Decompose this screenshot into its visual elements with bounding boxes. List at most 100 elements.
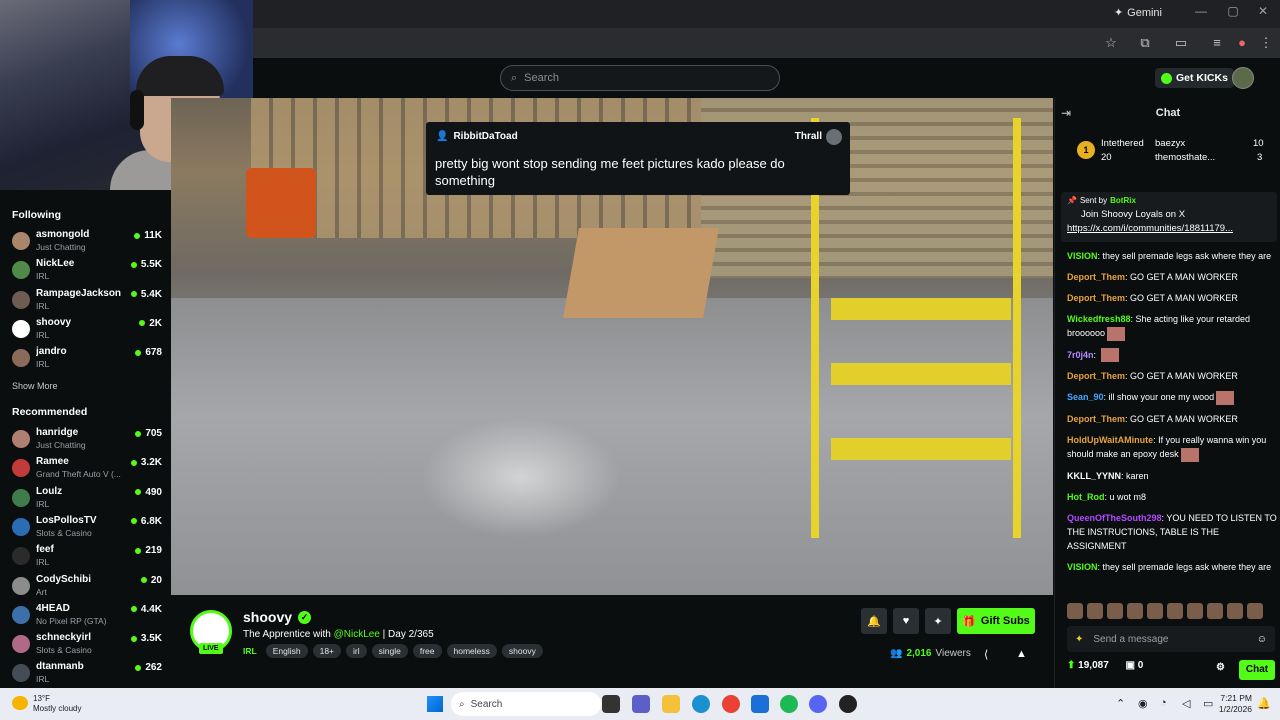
stream-category[interactable]: IRL [243,646,257,656]
minimize-button[interactable]: — [1186,4,1216,18]
sparkle-icon: ✦ [1075,633,1084,645]
maximize-button[interactable]: ▢ [1218,4,1248,18]
menu-icon[interactable]: ⋮ [1256,35,1276,51]
tag-chip[interactable]: English [265,644,308,658]
bell-icon[interactable]: 🔔 [861,608,887,634]
sidebar-channel-ramee[interactable]: Ramee Grand Theft Auto V (... 3.2K [12,455,162,483]
avatar [12,635,30,654]
extensions-icon[interactable]: ⧉ [1135,35,1155,51]
tag-chip[interactable]: irl [346,644,367,658]
chat-input[interactable]: ✦ Send a message ☺ [1067,626,1275,652]
sidebar-channel-shoovy[interactable]: shoovy IRL 2K [12,316,162,344]
heart-icon[interactable]: ♥ [893,608,919,634]
tag-chip[interactable]: 18+ [312,644,342,658]
weather-widget[interactable]: 13°F Mostly cloudy [33,694,81,714]
share-icon[interactable]: ⟨ [984,648,988,661]
emote-icon[interactable] [1167,603,1183,619]
chat-username[interactable]: VISION [1067,251,1098,261]
emoji-icon[interactable]: ☺ [1257,634,1267,645]
pinned-by: Thrall [794,131,822,142]
start-icon[interactable] [427,696,443,712]
emote-icon[interactable] [1207,603,1223,619]
spotify-icon[interactable] [780,695,798,713]
chat-username[interactable]: Deport_Them [1067,293,1125,303]
report-icon[interactable]: ▲ [1016,648,1027,660]
pinned-message[interactable]: 👤 RibbitDaToad Thrall pretty big wont sto… [426,122,850,195]
file-explorer-icon[interactable] [662,695,680,713]
channel-category: Grand Theft Auto V (... [36,469,121,480]
gift-leaderboard[interactable]: 1 Intethered 20 baezyx 10 themosthate...… [1055,132,1280,180]
weather-icon[interactable] [12,696,28,710]
emote-icon[interactable] [1127,603,1143,619]
close-button[interactable]: ✕ [1248,4,1278,18]
chat-username[interactable]: Hot_Rod [1067,492,1105,502]
sidebar-channel-jandro[interactable]: jandro IRL 678 [12,345,162,373]
emote-icon[interactable] [1227,603,1243,619]
edge-icon[interactable] [692,695,710,713]
sidebar-channel-asmongold[interactable]: asmongold Just Chatting 11K [12,228,162,256]
show-more-link[interactable]: Show More [12,381,58,391]
chat-pinned-message[interactable]: 📌 Sent by BotRix Join Shoovy Loyals on X… [1061,192,1277,242]
user-avatar[interactable] [1232,67,1254,89]
chrome-icon[interactable] [722,695,740,713]
tag-chip[interactable]: single [371,644,408,658]
sidebar-channel-dtanmanb[interactable]: dtanmanb IRL 262 [12,660,162,688]
gemini-button[interactable]: ✦ Gemini [1114,6,1162,20]
media-icon[interactable]: ≡ [1207,35,1227,50]
sidebar-channel-4head[interactable]: 4HEAD No Pixel RP (GTA) 4.4K [12,602,162,630]
emote-icon[interactable] [1187,603,1203,619]
chat-username[interactable]: HoldUpWaitAMinute [1067,435,1153,445]
discord-icon[interactable] [809,695,827,713]
battery-icon[interactable]: ▭ [1203,697,1213,710]
sidepanel-icon[interactable]: ▭ [1171,35,1191,51]
network-icon[interactable]: ◉ [1138,697,1148,710]
chat-username[interactable]: Sean_90 [1067,392,1104,402]
chat-username[interactable]: VISION [1067,562,1098,572]
chevron-up-icon[interactable]: ⌃ [1116,697,1125,710]
sidebar-channel-schneckyirl[interactable]: schneckyirl Slots & Casino 3.5K [12,631,162,659]
taskview-icon[interactable] [602,695,620,713]
chat-username[interactable]: Wickedfresh88 [1067,314,1130,324]
chat-send-button[interactable]: Chat [1239,660,1275,680]
clock[interactable]: 7:21 PM 1/2/2026 [1219,693,1252,715]
chat-username[interactable]: Deport_Them [1067,371,1125,381]
emote-icon[interactable] [1087,603,1103,619]
chat-username[interactable]: QueenOfTheSouth298 [1067,513,1162,523]
chat-username[interactable]: Deport_Them [1067,414,1125,424]
volume-icon[interactable]: ◁ [1182,697,1190,710]
gift-subs-button[interactable]: 🎁 Gift Subs [957,608,1035,634]
store-icon[interactable] [751,695,769,713]
teams-icon[interactable] [632,695,650,713]
wifi-icon[interactable]: ◔ [1160,697,1167,709]
sidebar-channel-loulz[interactable]: Loulz IRL 490 [12,485,162,513]
title-mention[interactable]: @NickLee [334,629,380,640]
chat-username[interactable]: KKLL_YYNN [1067,471,1121,481]
get-kicks-button[interactable]: Get KICKs [1155,68,1234,88]
sidebar-channel-nicklee[interactable]: NickLee IRL 5.5K [12,257,162,285]
pinned-link[interactable]: https://x.com/i/communities/18811179... [1067,223,1271,234]
tag-chip[interactable]: homeless [446,644,497,658]
avatar [12,232,30,250]
sidebar-channel-lospollostv[interactable]: LosPollosTV Slots & Casino 6.8K [12,514,162,542]
settings-icon[interactable]: ⚙ [1216,662,1225,673]
star-icon[interactable]: ☆ [1101,35,1121,51]
chat-username[interactable]: Deport_Them [1067,272,1125,282]
channel-name[interactable]: shoovy ✓ [243,609,312,625]
profile-icon[interactable]: ● [1232,35,1252,50]
notification-icon[interactable]: 🔔 [1257,697,1271,710]
tag-chip[interactable]: free [412,644,442,658]
emote-icon[interactable] [1107,603,1123,619]
sparkle-icon[interactable]: ✦ [925,608,951,634]
search-input[interactable]: ⌕ Search [500,65,780,91]
sidebar-channel-rampagejackson[interactable]: RampageJackson IRL 5.4K [12,287,162,315]
sidebar-channel-codyschibi[interactable]: CodySchibi Art 20 [12,573,162,601]
app-icon[interactable] [839,695,857,713]
sidebar-channel-feef[interactable]: feef IRL 219 [12,543,162,571]
sidebar-channel-hanridge[interactable]: hanridge Just Chatting 705 [12,426,162,454]
emote-icon[interactable] [1067,603,1083,619]
tag-chip[interactable]: shoovy [501,644,543,658]
emote-icon[interactable] [1247,603,1263,619]
chat-username[interactable]: 7r0j4n [1067,350,1094,360]
taskbar-search[interactable]: ⌕ Search [451,692,601,716]
emote-icon[interactable] [1147,603,1163,619]
